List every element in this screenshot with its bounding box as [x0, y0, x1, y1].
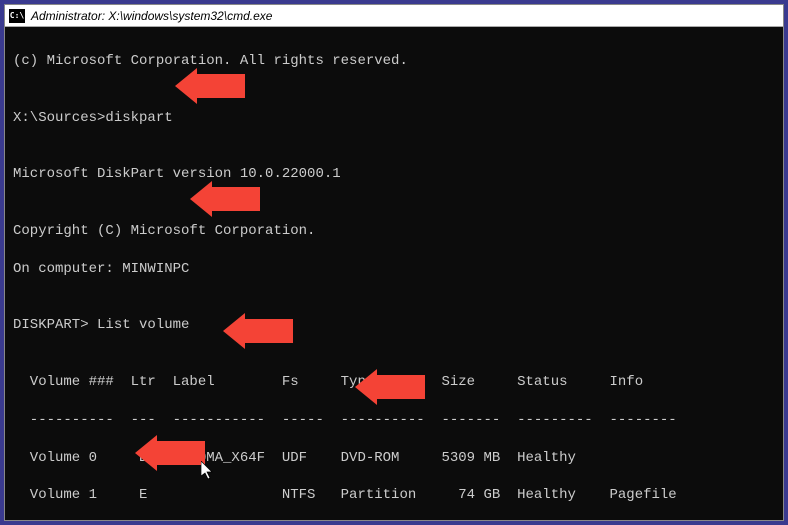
table-row: Volume 1 E NTFS Partition 74 GB Healthy …	[13, 486, 775, 505]
prompt-line: DISKPART> List volume	[13, 316, 775, 335]
table-row: Volume 0 D CCCOMA_X64F UDF DVD-ROM 5309 …	[13, 449, 775, 468]
window-title: Administrator: X:\windows\system32\cmd.e…	[31, 9, 272, 23]
table-header: Volume ### Ltr Label Fs Type Size Status…	[13, 373, 775, 392]
cmd-icon: C:\	[9, 9, 25, 23]
output-line: Microsoft DiskPart version 10.0.22000.1	[13, 165, 775, 184]
titlebar[interactable]: C:\ Administrator: X:\windows\system32\c…	[5, 5, 783, 27]
terminal-output[interactable]: (c) Microsoft Corporation. All rights re…	[5, 27, 783, 520]
table-divider: ---------- --- ----------- ----- -------…	[13, 411, 775, 430]
prompt-line: X:\Sources>diskpart	[13, 109, 775, 128]
output-line: Copyright (C) Microsoft Corporation.	[13, 222, 775, 241]
output-line: On computer: MINWINPC	[13, 260, 775, 279]
cmd-window: C:\ Administrator: X:\windows\system32\c…	[4, 4, 784, 521]
output-line: (c) Microsoft Corporation. All rights re…	[13, 52, 775, 71]
